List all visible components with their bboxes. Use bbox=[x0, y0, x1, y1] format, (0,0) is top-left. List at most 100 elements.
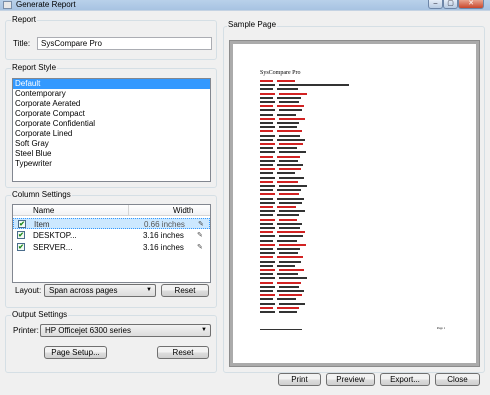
output-settings-legend: Output Settings bbox=[11, 310, 69, 319]
sample-text-key bbox=[260, 302, 275, 305]
sample-text-value bbox=[277, 122, 299, 124]
sample-text-value bbox=[277, 306, 299, 309]
sample-text-line bbox=[260, 164, 303, 166]
column-row-item[interactable]: ✔ Item 0.66 inches ✎ bbox=[13, 218, 210, 229]
sample-text-value bbox=[279, 201, 302, 204]
sample-text-value bbox=[279, 176, 304, 179]
title-input[interactable]: SysCompare Pro bbox=[37, 37, 212, 50]
sample-text-line bbox=[260, 273, 298, 276]
pencil-icon[interactable]: ✎ bbox=[197, 242, 203, 253]
sample-text-line bbox=[260, 285, 299, 288]
sample-text-value bbox=[277, 206, 296, 208]
row-width: 0.66 inches bbox=[144, 220, 185, 229]
sample-text-key bbox=[260, 210, 275, 213]
sample-text-line bbox=[260, 256, 303, 259]
sample-page-sheet: SysCompare Pro Page 1 bbox=[233, 44, 476, 363]
style-item-corporate-confidential[interactable]: Corporate Confidential bbox=[13, 119, 210, 129]
row-checkbox[interactable]: ✔ bbox=[18, 220, 26, 228]
row-name: Item bbox=[34, 220, 50, 229]
sample-text-line bbox=[260, 243, 306, 246]
preview-button[interactable]: Preview bbox=[326, 373, 375, 386]
sample-text-value bbox=[277, 231, 305, 234]
grid-header: Name Width bbox=[13, 205, 210, 216]
column-grid[interactable]: Name Width ✔ Item 0.66 inches ✎ ✔ DESKTO… bbox=[12, 204, 211, 283]
sample-text-value bbox=[277, 256, 303, 259]
sample-text-key bbox=[260, 117, 275, 120]
sample-text-line bbox=[260, 277, 307, 280]
style-item-soft-gray[interactable]: Soft Gray bbox=[13, 139, 210, 149]
sample-text-key bbox=[260, 269, 275, 271]
sample-text-value bbox=[279, 277, 307, 280]
column-row-server[interactable]: ✔ SERVER... 3.16 inches ✎ bbox=[13, 242, 210, 253]
name-column-header[interactable]: Name bbox=[33, 205, 54, 216]
preview-button-label: Preview bbox=[336, 375, 365, 384]
sample-text-key bbox=[260, 193, 275, 196]
sample-text-value bbox=[277, 197, 304, 200]
sample-text-value bbox=[279, 159, 298, 162]
export-button[interactable]: Export... bbox=[380, 373, 430, 386]
style-item-corporate-aerated[interactable]: Corporate Aerated bbox=[13, 99, 210, 109]
dialog-client: Report Title: SysCompare Pro Report Styl… bbox=[0, 10, 490, 395]
output-reset-button[interactable]: Reset bbox=[157, 346, 209, 359]
sample-text-key bbox=[260, 109, 275, 112]
row-checkbox[interactable]: ✔ bbox=[17, 231, 25, 239]
sample-text-key bbox=[260, 218, 275, 221]
sample-text-value bbox=[279, 143, 303, 145]
sample-text-value bbox=[279, 193, 299, 196]
sample-text-line bbox=[260, 260, 301, 263]
sample-text-value bbox=[277, 290, 304, 292]
print-button[interactable]: Print bbox=[278, 373, 321, 386]
sample-text-key bbox=[260, 231, 273, 234]
style-item-typewriter[interactable]: Typewriter bbox=[13, 159, 210, 169]
sample-text-line bbox=[260, 92, 307, 95]
sample-text-value bbox=[279, 311, 297, 313]
close-window-button[interactable]: ✕ bbox=[458, 0, 484, 9]
sample-text-value bbox=[277, 264, 295, 267]
style-item-corporate-compact[interactable]: Corporate Compact bbox=[13, 109, 210, 119]
pencil-icon[interactable]: ✎ bbox=[197, 230, 203, 241]
minimize-button[interactable]: – bbox=[428, 0, 443, 9]
sample-text-key bbox=[260, 201, 275, 204]
sample-text-key bbox=[260, 306, 273, 309]
layout-dropdown[interactable]: Span across pages ▼ bbox=[44, 284, 156, 297]
report-style-legend: Report Style bbox=[11, 63, 58, 72]
sample-text-key bbox=[260, 159, 275, 162]
sample-text-line bbox=[260, 96, 301, 99]
sample-text-value bbox=[279, 302, 305, 305]
sample-text-key bbox=[260, 298, 273, 301]
printer-label-text: Printer: bbox=[13, 326, 39, 335]
style-item-steel-blue[interactable]: Steel Blue bbox=[13, 149, 210, 159]
sample-text-value bbox=[277, 248, 300, 250]
report-style-list[interactable]: Default Contemporary Corporate Aerated C… bbox=[12, 78, 211, 182]
sample-text-key bbox=[260, 260, 275, 263]
sample-text-value bbox=[279, 101, 299, 103]
sample-text-line bbox=[260, 248, 300, 250]
style-item-corporate-lined[interactable]: Corporate Lined bbox=[13, 129, 210, 139]
sample-text-value bbox=[279, 218, 297, 221]
style-item-default[interactable]: Default bbox=[13, 79, 210, 89]
sample-text-line bbox=[260, 88, 298, 91]
sample-page-title: SysCompare Pro bbox=[260, 70, 301, 76]
sample-text-line bbox=[260, 113, 296, 116]
sample-text-value bbox=[279, 227, 300, 229]
chevron-down-icon: ▼ bbox=[146, 287, 152, 293]
sample-text-line bbox=[260, 109, 302, 112]
style-item-contemporary[interactable]: Contemporary bbox=[13, 89, 210, 99]
sample-text-line bbox=[260, 311, 297, 313]
column-row-desktop[interactable]: ✔ DESKTOP... 3.16 inches ✎ bbox=[13, 230, 210, 241]
sample-text-line bbox=[260, 130, 302, 133]
sample-text-key bbox=[260, 235, 275, 238]
width-column-header[interactable]: Width bbox=[173, 205, 193, 216]
sample-text-key bbox=[260, 138, 273, 141]
maximize-button[interactable]: ▢ bbox=[443, 0, 458, 9]
sample-text-key bbox=[260, 176, 275, 179]
sample-text-line bbox=[260, 306, 299, 309]
printer-dropdown[interactable]: HP Officejet 6300 series ▼ bbox=[40, 324, 211, 337]
sample-text-key bbox=[260, 88, 273, 91]
sample-text-key bbox=[260, 130, 273, 133]
page-setup-button[interactable]: Page Setup... bbox=[44, 346, 107, 359]
pencil-icon[interactable]: ✎ bbox=[198, 219, 204, 230]
close-button[interactable]: Close bbox=[435, 373, 480, 386]
row-checkbox[interactable]: ✔ bbox=[17, 243, 25, 251]
columns-reset-button[interactable]: Reset bbox=[161, 284, 209, 297]
